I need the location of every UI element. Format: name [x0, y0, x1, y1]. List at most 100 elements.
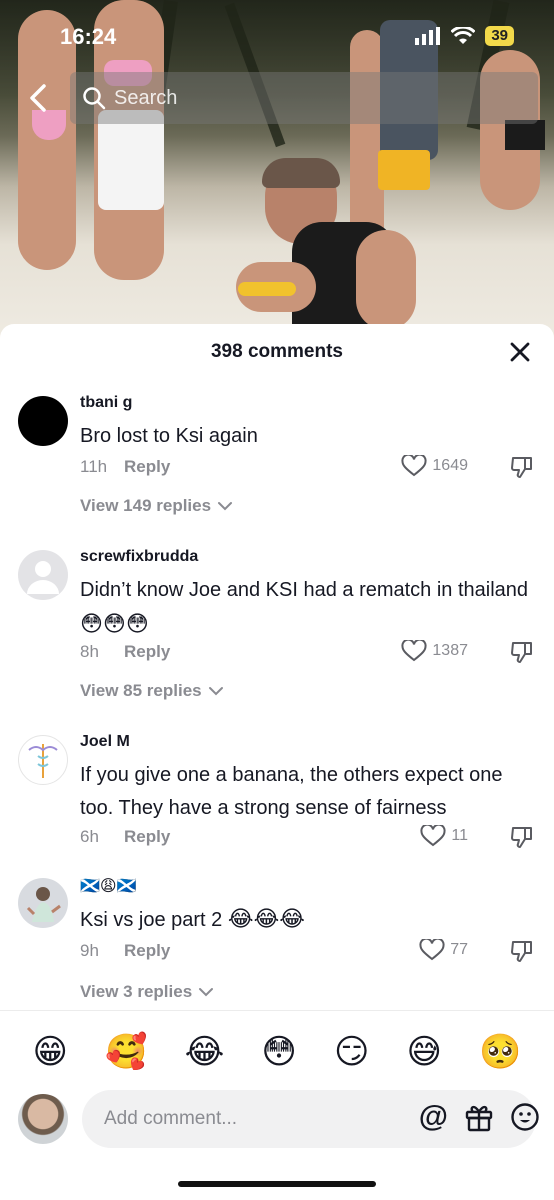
comment-item: 🏴󠁧󠁢󠁳󠁣󠁴󠁿😩🏴󠁧󠁢󠁳󠁣󠁴󠁿 Ksi vs joe part 2 😂😂😂 9h… — [0, 876, 554, 1006]
view-replies-label: View 3 replies — [80, 982, 193, 1001]
comment-emoji: 😳😳😳 — [80, 611, 149, 636]
white-skirt — [98, 110, 164, 210]
reply-button[interactable]: Reply — [124, 642, 170, 662]
search-input[interactable]: Search — [70, 72, 538, 124]
like-count: 77 — [450, 941, 468, 958]
dislike-icon[interactable] — [510, 939, 534, 963]
like-button[interactable]: 1387 — [401, 640, 468, 662]
black-shorts — [505, 120, 545, 150]
view-replies-label: View 85 replies — [80, 681, 202, 700]
emoji-smirk-button[interactable]: 😏 — [334, 1032, 369, 1072]
man-hair — [262, 158, 340, 188]
comment-item: screwfixbrudda Didn’t know Joe and KSI h… — [0, 548, 554, 708]
sheet-header: 398 comments — [0, 324, 554, 380]
comment-body: Joel M If you give one a banana, the oth… — [80, 733, 534, 825]
chevron-down-icon — [199, 988, 214, 997]
add-comment-placeholder: Add comment... — [104, 1108, 238, 1129]
emoji-quick-bar: 😁 🥰 😂 😳 😏 😅 🥺 — [0, 1026, 554, 1078]
like-button[interactable]: 1649 — [401, 455, 468, 477]
emoji-flushed-button[interactable]: 😳 — [261, 1032, 296, 1072]
mention-icon[interactable]: @ — [419, 1102, 448, 1132]
dislike-icon[interactable] — [510, 825, 534, 849]
comment-username[interactable]: 🏴󠁧󠁢󠁳󠁣󠁴󠁿😩🏴󠁧󠁢󠁳󠁣󠁴󠁿 — [80, 876, 534, 898]
comment-body: 🏴󠁧󠁢󠁳󠁣󠁴󠁿😩🏴󠁧󠁢󠁳󠁣󠁴󠁿 Ksi vs joe part 2 😂😂😂 — [80, 876, 534, 937]
comment-text: Bro lost to Ksi again — [80, 425, 258, 447]
wifi-icon — [451, 27, 476, 44]
like-button[interactable]: 77 — [419, 939, 468, 961]
comment-username[interactable]: tbani g — [80, 394, 534, 416]
comment-item: tbani g Bro lost to Ksi again 11h Reply … — [0, 394, 554, 534]
comment-username[interactable]: screwfixbrudda — [80, 548, 534, 570]
view-replies-label: View 149 replies — [80, 496, 212, 515]
caduceus-logo-icon — [28, 744, 58, 778]
search-placeholder: Search — [114, 86, 178, 109]
comment-username[interactable]: Joel M — [80, 733, 534, 755]
comment-time: 8h — [80, 642, 99, 661]
view-replies-button[interactable]: View 3 replies — [80, 982, 214, 1002]
comment-time: 6h — [80, 827, 99, 846]
comment-text-wrap: Didn’t know Joe and KSI had a rematch in… — [80, 574, 534, 642]
like-count: 1387 — [432, 642, 468, 659]
view-replies-button[interactable]: View 149 replies — [80, 496, 233, 516]
reply-button[interactable]: Reply — [124, 457, 170, 477]
view-replies-button[interactable]: View 85 replies — [80, 681, 224, 701]
emoji-joy-button[interactable]: 😂 — [185, 1032, 225, 1072]
comment-text: Didn’t know Joe and KSI had a rematch in… — [80, 579, 529, 601]
emoji-grin-button[interactable]: 😁 — [33, 1032, 68, 1072]
reply-button[interactable]: Reply — [124, 827, 170, 847]
reply-button[interactable]: Reply — [124, 941, 170, 961]
default-avatar-icon — [27, 561, 59, 594]
heart-icon — [401, 455, 427, 477]
search-bar: Search — [18, 72, 538, 124]
dislike-icon[interactable] — [510, 640, 534, 664]
like-count: 11 — [451, 827, 468, 844]
man-arm — [356, 230, 416, 330]
like-button[interactable]: 11 — [420, 825, 468, 847]
emoji-pleading-button[interactable]: 🥺 — [479, 1032, 521, 1072]
comment-body: screwfixbrudda Didn’t know Joe and KSI h… — [80, 548, 534, 642]
yellow-shorts — [378, 150, 430, 190]
status-time: 16:24 — [60, 24, 117, 49]
comment-meta: 6h Reply 11 — [80, 825, 534, 849]
battery-indicator: 39 — [485, 26, 514, 46]
user-avatar[interactable] — [18, 550, 68, 600]
video-background[interactable]: 16:24 39 Search — [0, 0, 554, 340]
gift-icon[interactable] — [464, 1102, 494, 1132]
emoji-bar-divider — [0, 1010, 554, 1011]
comment-text-wrap: Ksi vs joe part 2 😂😂😂 — [80, 902, 534, 937]
heart-icon — [420, 825, 446, 847]
my-avatar[interactable] — [18, 1094, 68, 1144]
like-count: 1649 — [432, 457, 468, 474]
close-icon[interactable] — [508, 340, 532, 364]
signal-icon — [415, 27, 441, 45]
comments-count: 398 comments — [210, 341, 343, 362]
comment-text: If you give one a banana, the others exp… — [80, 764, 503, 819]
chevron-down-icon — [208, 687, 223, 696]
comment-text: Ksi vs joe part 2 — [80, 909, 223, 931]
comment-meta: 9h Reply 77 — [80, 939, 534, 963]
comment-time: 9h — [80, 941, 99, 960]
user-avatar[interactable] — [18, 735, 68, 785]
back-button[interactable] — [18, 72, 58, 124]
comment-body: tbani g Bro lost to Ksi again — [80, 394, 534, 453]
comment-meta: 11h Reply 1649 — [80, 455, 534, 479]
emoji-sweat-smile-button[interactable]: 😅 — [407, 1032, 442, 1072]
comment-meta: 8h Reply 1387 — [80, 640, 534, 664]
emoji-face-icon[interactable] — [510, 1102, 540, 1132]
composer-icons: @ — [419, 1102, 540, 1132]
chevron-down-icon — [218, 502, 233, 511]
banana — [238, 282, 296, 296]
comment-time: 11h — [80, 457, 108, 476]
comment-item: Joel M If you give one a banana, the oth… — [0, 733, 554, 853]
user-avatar[interactable] — [18, 396, 68, 446]
heart-icon — [401, 640, 427, 662]
comment-composer: Add comment... @ — [0, 1088, 554, 1152]
beachgoer-figure — [350, 30, 384, 250]
user-avatar[interactable] — [18, 878, 68, 928]
dislike-icon[interactable] — [510, 455, 534, 479]
emoji-hearts-button[interactable]: 🥰 — [105, 1032, 147, 1072]
comment-emoji: 😂😂😂 — [227, 906, 305, 931]
home-indicator — [178, 1181, 376, 1187]
search-icon — [83, 87, 106, 110]
chevron-left-icon — [30, 84, 46, 112]
